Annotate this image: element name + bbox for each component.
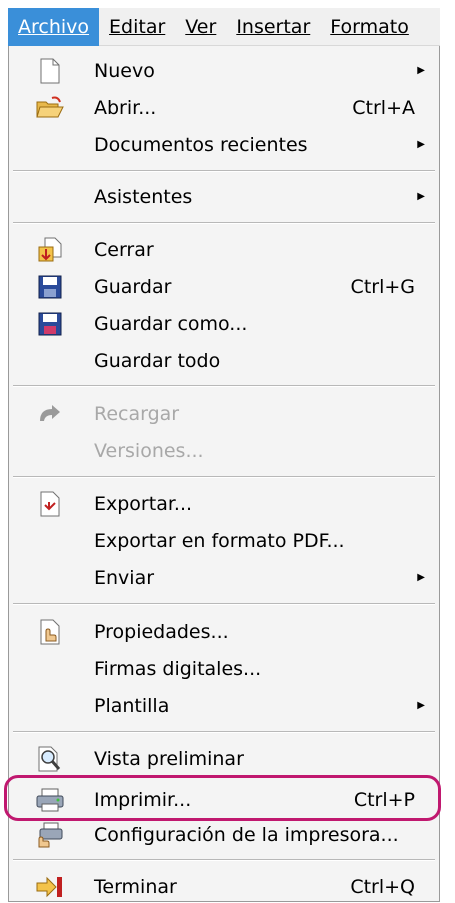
menu-item-label: Versiones... [94,439,204,462]
shortcut-label: Ctrl+G [350,275,415,298]
menu-item-guardar-todo[interactable]: Guardar todo [9,342,439,379]
menu-item-imprimir[interactable]: Imprimir... Ctrl+P [9,781,439,818]
menu-item-vista-preliminar[interactable]: Vista preliminar [9,740,439,777]
menu-separator [13,731,435,733]
menu-item-label: Terminar [94,875,177,898]
shortcut-label: Ctrl+Q [350,875,415,898]
menu-ver[interactable]: Ver [175,8,226,46]
menu-insertar[interactable]: Insertar [226,8,320,46]
submenu-arrow-icon: ▶ [417,700,425,711]
save-icon [35,272,65,302]
menu-separator [13,476,435,478]
menu-item-label: Firmas digitales... [94,657,262,680]
menu-item-label: Guardar [94,275,172,298]
print-preview-icon [35,744,65,774]
menu-item-label: Plantilla [94,694,170,717]
menu-item-exportar[interactable]: Exportar... [9,485,439,522]
shortcut-label: Ctrl+P [353,788,415,811]
submenu-arrow-icon: ▶ [417,139,425,150]
properties-icon [35,617,65,647]
menu-item-label: Guardar como... [94,312,248,335]
menu-item-label: Vista preliminar [94,747,244,770]
menu-bar: Archivo Editar Ver Insertar Formato [8,7,440,46]
menu-item-plantilla[interactable]: Plantilla ▶ [9,687,439,724]
open-folder-icon [35,93,65,123]
menu-item-label: Configuración de la impresora... [94,823,399,846]
new-document-icon [35,56,65,86]
menu-separator [13,603,435,605]
menu-separator [13,222,435,224]
menu-item-documentos-recientes[interactable]: Documentos recientes ▶ [9,126,439,163]
menu-item-abrir[interactable]: Abrir... Ctrl+A [9,89,439,126]
menu-item-label: Asistentes [94,185,193,208]
menu-item-guardar-como[interactable]: Guardar como... [9,305,439,342]
menu-item-guardar[interactable]: Guardar Ctrl+G [9,268,439,305]
menu-item-cerrar[interactable]: Cerrar [9,231,439,268]
menu-item-label: Enviar [94,566,155,589]
save-as-icon [35,309,65,339]
menu-item-label: Imprimir... [94,788,192,811]
shortcut-label: Ctrl+A [352,96,415,119]
menu-item-label: Exportar en formato PDF... [94,529,345,552]
menu-item-label: Cerrar [94,238,154,261]
submenu-arrow-icon: ▶ [417,572,425,583]
submenu-arrow-icon: ▶ [417,65,425,76]
menu-item-asistentes[interactable]: Asistentes ▶ [9,178,439,215]
submenu-arrow-icon: ▶ [417,191,425,202]
menu-archivo[interactable]: Archivo [8,7,100,46]
exit-icon [35,872,65,902]
menu-item-label: Recargar [94,402,180,425]
menu-item-label: Guardar todo [94,349,221,372]
reload-icon [35,399,65,429]
menu-item-label: Documentos recientes [94,133,308,156]
menu-item-terminar[interactable]: Terminar Ctrl+Q [9,868,439,903]
menu-item-label: Nuevo [94,59,155,82]
menu-item-firmas-digitales[interactable]: Firmas digitales... [9,650,439,687]
close-document-icon [35,235,65,265]
menu-item-versiones: Versiones... [9,432,439,469]
menu-item-exportar-pdf[interactable]: Exportar en formato PDF... [9,522,439,559]
menu-editar[interactable]: Editar [99,8,175,46]
printer-settings-icon [35,820,65,850]
menu-separator [13,385,435,387]
menu-item-label: Exportar... [94,492,193,515]
menu-item-recargar: Recargar [9,395,439,432]
menu-item-configuracion-impresora[interactable]: Configuración de la impresora... [9,816,439,853]
menu-separator [13,859,435,861]
archivo-dropdown-menu: Nuevo ▶ Abrir... Ctrl+A Documentos recie… [8,46,440,902]
menu-item-nuevo[interactable]: Nuevo ▶ [9,52,439,89]
export-icon [35,489,65,519]
menu-item-label: Propiedades... [94,620,229,643]
menu-item-propiedades[interactable]: Propiedades... [9,613,439,650]
menu-separator [13,170,435,172]
menu-formato[interactable]: Formato [320,8,419,46]
print-icon [35,785,65,815]
menu-item-label: Abrir... [94,96,157,119]
menu-item-enviar[interactable]: Enviar ▶ [9,559,439,596]
